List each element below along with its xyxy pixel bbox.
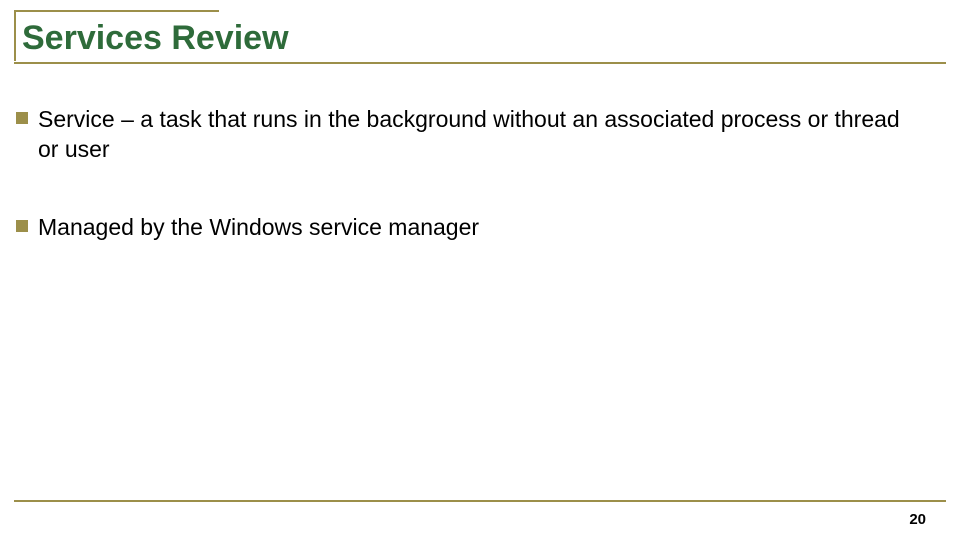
- footer-rule: [14, 500, 946, 502]
- slide: Services Review Service – a task that ru…: [0, 0, 960, 540]
- square-bullet-icon: [16, 220, 28, 232]
- bullet-text: Managed by the Windows service manager: [38, 213, 479, 243]
- slide-title: Services Review: [22, 20, 219, 57]
- title-underline: [14, 62, 946, 64]
- list-item: Managed by the Windows service manager: [16, 213, 920, 243]
- bullet-text: Service – a task that runs in the backgr…: [38, 105, 920, 165]
- slide-body: Service – a task that runs in the backgr…: [16, 105, 920, 291]
- title-corner-rule: Services Review: [14, 10, 219, 61]
- square-bullet-icon: [16, 112, 28, 124]
- page-number: 20: [909, 511, 926, 528]
- list-item: Service – a task that runs in the backgr…: [16, 105, 920, 165]
